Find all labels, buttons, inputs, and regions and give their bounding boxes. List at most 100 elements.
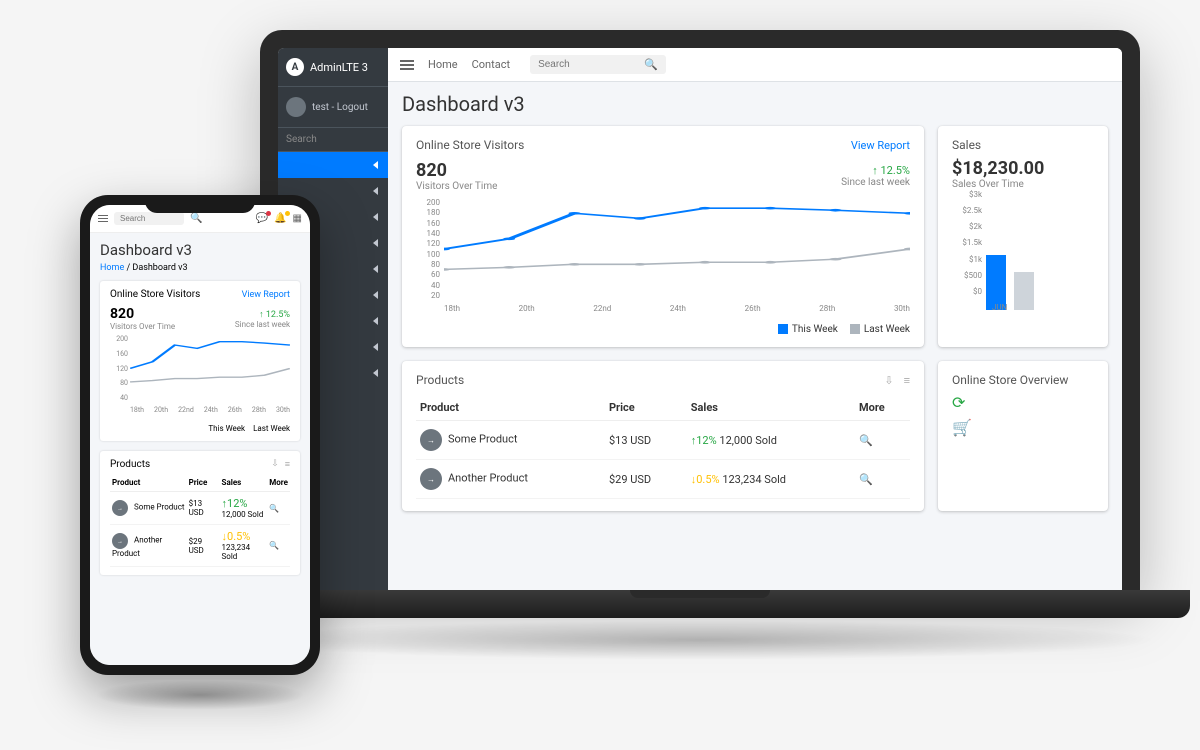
visitors-delta: ↑ 12.5% [235, 309, 290, 320]
chevron-left-icon [373, 317, 378, 325]
chevron-left-icon [373, 265, 378, 273]
table-row: →Another Product $29 USD ↓0.5% 123,234 S… [416, 460, 910, 499]
visitors-delta: ↑ 12.5% [841, 164, 910, 177]
arrow-up-icon: ↑12% [691, 434, 717, 447]
main: Home Contact 🔍 Dashboard v3 Online Store… [388, 48, 1122, 590]
chevron-left-icon [373, 343, 378, 351]
user-name: test - Logout [312, 102, 368, 113]
visitors-value: 820 [110, 306, 175, 322]
phone-topbar: 🔍 💬 🔔 ▦ [90, 205, 310, 233]
product-icon: → [420, 429, 442, 451]
bar [1014, 272, 1034, 310]
col-more: More [267, 474, 290, 492]
download-icon[interactable]: ⇩ [271, 459, 279, 470]
brand-logo-icon: A [286, 58, 304, 76]
cart-icon[interactable]: 🛒 [952, 418, 1094, 437]
col-product: Product [110, 474, 187, 492]
menu-icon[interactable]: ≡ [904, 374, 910, 387]
search-icon[interactable]: 🔍 [644, 58, 658, 71]
bell-icon[interactable]: 🔔 [274, 213, 286, 224]
menu-toggle-icon[interactable] [98, 215, 108, 223]
download-icon[interactable]: ⇩ [884, 374, 893, 387]
visitors-title: Online Store Visitors [416, 138, 524, 152]
search-icon[interactable]: 🔍 [190, 213, 202, 224]
products-title: Products [416, 373, 464, 387]
products-table: Product Price Sales More →Some Product $… [110, 474, 290, 567]
visitors-subtitle: Visitors Over Time [416, 181, 497, 192]
nav-home[interactable]: Home [428, 58, 458, 71]
sales-title: Sales [952, 138, 1094, 152]
search-input[interactable] [114, 212, 184, 225]
overview-title: Online Store Overview [952, 373, 1094, 387]
chevron-left-icon [373, 291, 378, 299]
topbar: Home Contact 🔍 [388, 48, 1122, 82]
col-more: More [855, 395, 910, 421]
visitors-subtitle: Visitors Over Time [110, 322, 175, 331]
products-card: Products ⇩ ≡ Product Price Sa [402, 361, 924, 511]
product-icon: → [112, 500, 128, 516]
avatar [286, 97, 306, 117]
products-title: Products [110, 459, 150, 470]
view-report-link[interactable]: View Report [242, 290, 290, 300]
page-title: Dashboard v3 [100, 241, 300, 259]
sidebar-item-active[interactable] [278, 152, 388, 178]
sidebar-search[interactable]: Search [278, 128, 388, 152]
nav-contact[interactable]: Contact [472, 58, 510, 71]
col-price: Price [187, 474, 220, 492]
col-sales: Sales [687, 395, 855, 421]
bar [986, 255, 1006, 310]
search-icon[interactable]: 🔍 [859, 434, 873, 447]
col-product: Product [416, 395, 605, 421]
chevron-left-icon [373, 213, 378, 221]
brand[interactable]: A AdminLTE 3 [278, 48, 388, 87]
sales-chart: $3k$2.5k$2k$1.5k$1k$500$0 JUN [952, 190, 1094, 310]
breadcrumb: Home / Dashboard v3 [100, 263, 300, 273]
page-title: Dashboard v3 [402, 92, 1108, 116]
product-icon: → [112, 533, 128, 549]
col-sales: Sales [220, 474, 268, 492]
menu-icon[interactable]: ≡ [285, 459, 290, 470]
search-icon[interactable]: 🔍 [269, 504, 279, 513]
user-panel[interactable]: test - Logout [278, 87, 388, 128]
legend-last-week: Last Week [850, 324, 910, 335]
visitors-value: 820 [416, 160, 497, 181]
arrow-down-icon: ↓0.5% [691, 473, 720, 486]
sales-amount: $18,230.00 [952, 158, 1094, 179]
sales-subtitle: Sales Over Time [952, 179, 1094, 190]
chevron-left-icon [373, 239, 378, 247]
brand-title: AdminLTE 3 [310, 61, 368, 74]
visitors-delta-note: Since last week [235, 320, 290, 329]
search-icon[interactable]: 🔍 [859, 473, 873, 486]
table-row: →Some Product $13 USD ↑12% 12,000 Sold 🔍 [416, 421, 910, 460]
search-box[interactable]: 🔍 [530, 55, 666, 74]
view-report-link[interactable]: View Report [851, 139, 910, 152]
breadcrumb-home[interactable]: Home [100, 263, 124, 273]
legend-last-week: Last Week [253, 424, 290, 433]
search-input[interactable] [538, 59, 638, 70]
products-table: Product Price Sales More →Some Product $… [416, 395, 910, 499]
chevron-left-icon [373, 369, 378, 377]
chat-icon[interactable]: 💬 [256, 213, 268, 224]
legend-this-week: This Week [208, 424, 245, 433]
overview-card: Online Store Overview ⟳ 🛒 [938, 361, 1108, 511]
visitors-card: Online Store Visitors View Report 820 Vi… [402, 126, 924, 347]
visitors-chart: 2001601208040 18th20th22nd24th26th28th30… [110, 335, 290, 420]
product-icon: → [420, 468, 442, 490]
visitors-chart: 20018016014012010080604020 [416, 198, 910, 318]
menu-toggle-icon[interactable] [400, 60, 414, 70]
sales-xlabel: JUN [992, 303, 1007, 312]
visitors-card: Online Store Visitors View Report 820 Vi… [100, 281, 300, 441]
table-row: →Another Product $29 USD ↓0.5%123,234 So… [110, 525, 290, 567]
visitors-title: Online Store Visitors [110, 289, 200, 300]
chevron-down-icon [373, 161, 378, 169]
chevron-left-icon [373, 187, 378, 195]
refresh-icon[interactable]: ⟳ [952, 393, 1094, 412]
search-icon[interactable]: 🔍 [269, 541, 279, 550]
sales-card: Sales $18,230.00 Sales Over Time $3k$2.5… [938, 126, 1108, 347]
grid-icon[interactable]: ▦ [293, 213, 302, 224]
col-price: Price [605, 395, 687, 421]
legend-this-week: This Week [778, 324, 838, 335]
products-card: Products ⇩ ≡ Product Price Sales More [100, 451, 300, 575]
arrow-up-icon: ↑ [872, 164, 878, 177]
table-row: →Some Product $13 USD ↑12%12,000 Sold 🔍 [110, 492, 290, 525]
